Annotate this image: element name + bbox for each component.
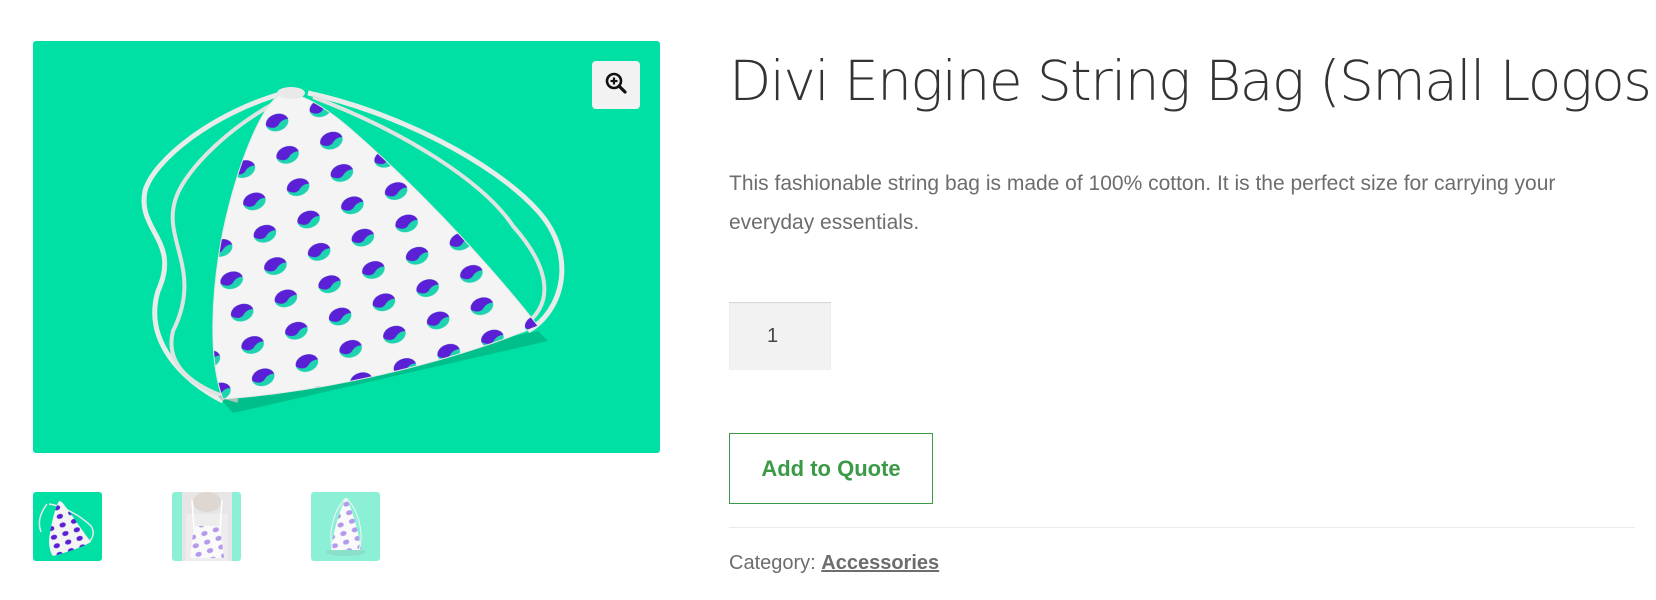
- product-description: This fashionable string bag is made of 1…: [729, 172, 1556, 234]
- product-meta: Category: Accessories: [729, 552, 939, 575]
- quantity-input[interactable]: [729, 302, 831, 370]
- thumbnail-bag-standing[interactable]: [311, 492, 380, 561]
- main-product-image[interactable]: [33, 41, 660, 453]
- category-link[interactable]: Accessories: [821, 552, 939, 574]
- thumbnail-bag-worn[interactable]: [172, 492, 241, 561]
- string-bag-illustration: [141, 87, 565, 413]
- product-page: Divi Engine String Bag (Small Logos) Thi…: [0, 0, 1656, 600]
- thumbnail-bag-flat[interactable]: [33, 492, 102, 561]
- category-label: Category:: [729, 552, 816, 574]
- divider: [729, 527, 1635, 528]
- magnifier-plus-icon: [604, 71, 628, 100]
- zoom-button[interactable]: [592, 61, 640, 109]
- product-title: Divi Engine String Bag (Small Logos): [729, 49, 1656, 113]
- add-to-quote-button[interactable]: Add to Quote: [729, 433, 933, 504]
